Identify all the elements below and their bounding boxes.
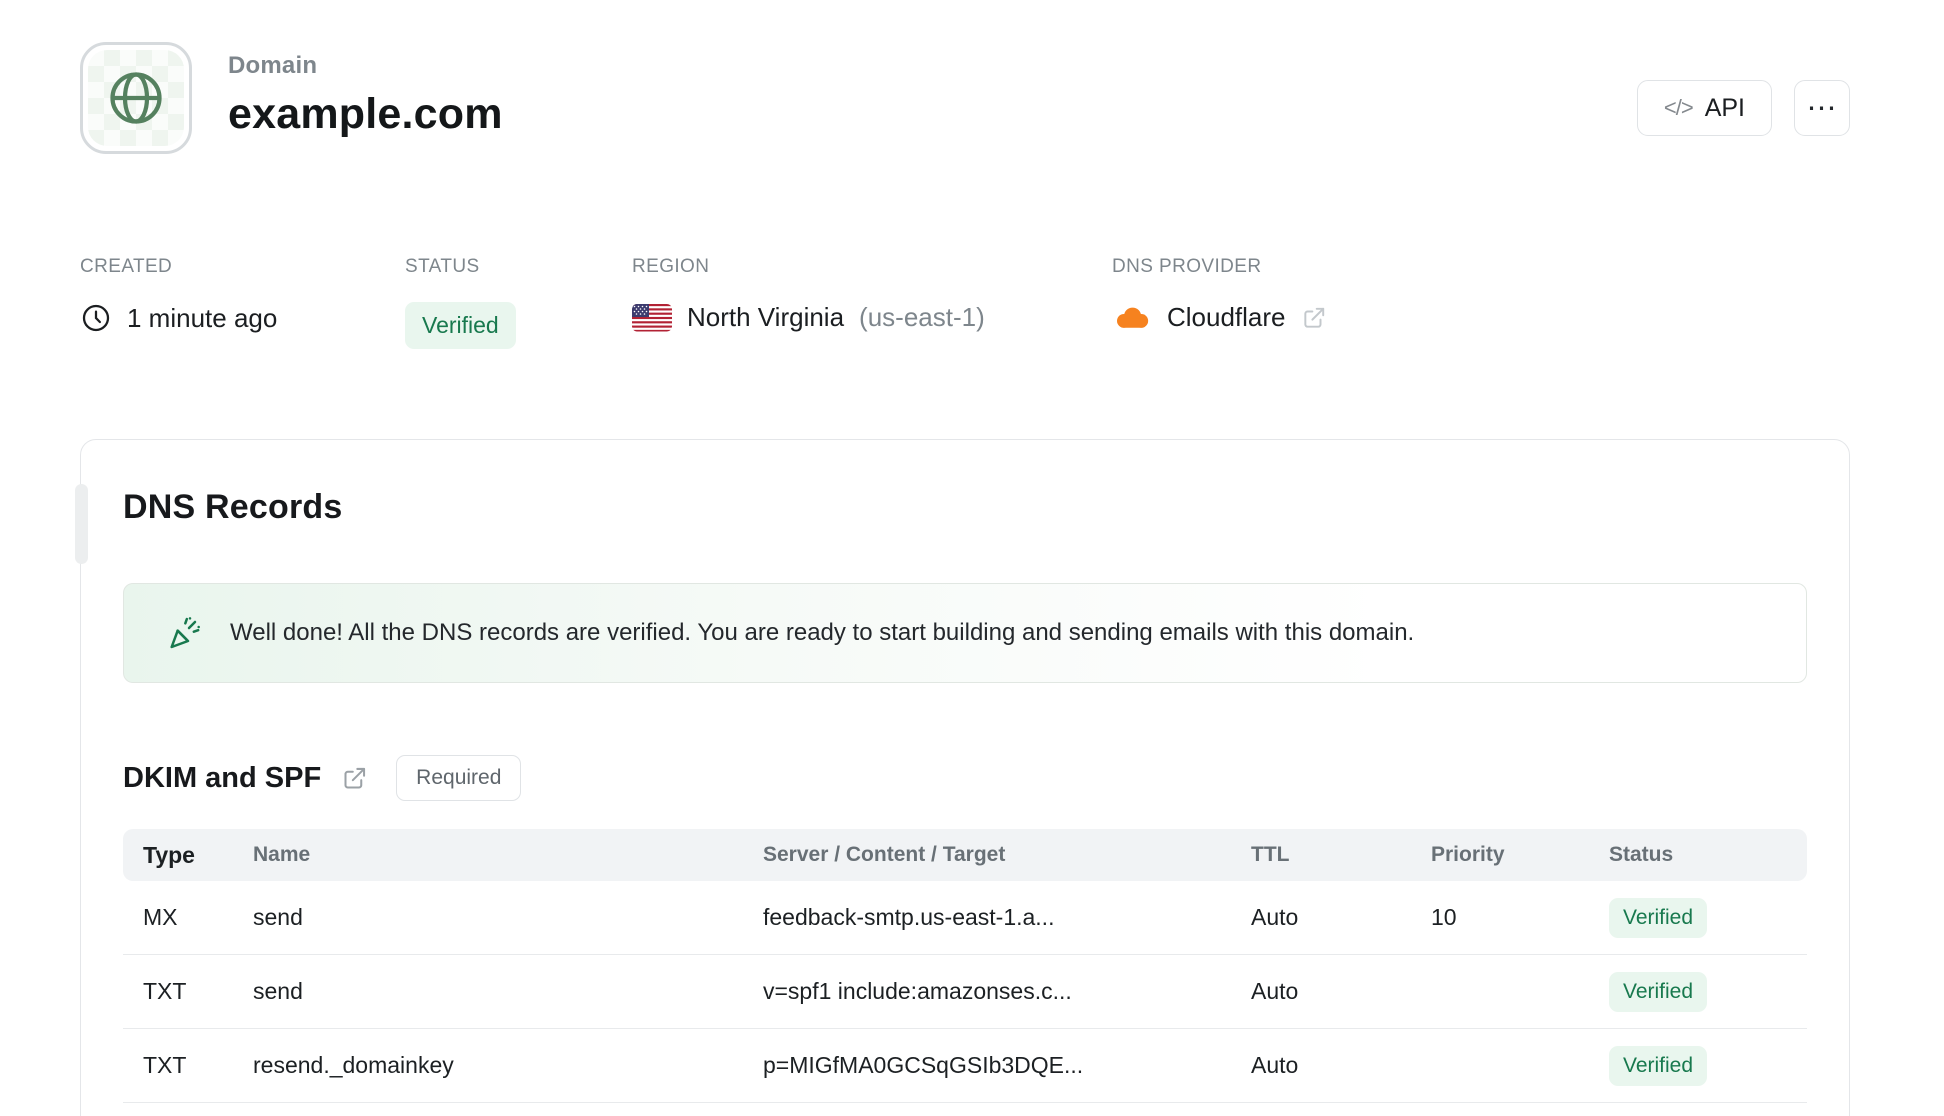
header-actions: </> API ⋯: [1636, 80, 1850, 136]
required-badge: Required: [396, 755, 522, 801]
api-button[interactable]: </> API: [1636, 80, 1772, 136]
column-header-ttl: TTL: [1251, 843, 1290, 866]
column-header-status: Status: [1609, 843, 1674, 866]
created-value: 1 minute ago: [127, 302, 278, 333]
record-content: v=spf1 include:amazonses.c...: [763, 978, 1072, 1004]
page-header: Domain example.com </> API ⋯: [80, 42, 1850, 154]
ellipsis-icon: ⋯: [1806, 91, 1838, 125]
domain-detail-page: Domain example.com </> API ⋯ CREATED 1 m…: [0, 0, 1944, 1116]
region-name: North Virginia: [687, 302, 845, 332]
table-header-row: Type Name Server / Content / Target TTL …: [123, 829, 1807, 881]
region-code: (us-east-1): [859, 302, 985, 332]
domain-meta-row: CREATED 1 minute ago STATUS Verified REG…: [80, 256, 1850, 349]
record-status-badge: Verified: [1609, 971, 1708, 1012]
status-label: STATUS: [405, 256, 480, 277]
record-status-badge: Verified: [1609, 1045, 1708, 1086]
column-header-content: Server / Content / Target: [763, 843, 1006, 866]
us-flag-icon: [632, 303, 672, 332]
record-ttl: Auto: [1251, 904, 1299, 930]
external-link-icon[interactable]: [1301, 305, 1327, 331]
created-label: CREATED: [80, 256, 173, 277]
banner-message: Well done! All the DNS records are verif…: [230, 619, 1415, 646]
meta-dns-provider: DNS PROVIDER Cloudflare: [1112, 256, 1327, 349]
party-popper-icon: [164, 613, 204, 653]
external-link-icon[interactable]: [341, 765, 368, 792]
table-row[interactable]: TXT resend._domainkey p=MIGfMA0GCSqGSIb3…: [123, 1029, 1807, 1103]
dkim-spf-title: DKIM and SPF: [123, 761, 322, 794]
globe-icon: [106, 68, 166, 128]
dns-records-card: DNS Records Well done! All the DNS recor…: [75, 439, 1850, 1116]
record-type: TXT: [143, 1052, 187, 1078]
column-header-name: Name: [253, 843, 311, 866]
region-label: REGION: [632, 256, 710, 277]
meta-region: REGION North Virginia (us-east-1): [632, 256, 1112, 349]
dns-records-table: Type Name Server / Content / Target TTL …: [123, 829, 1807, 1103]
meta-created: CREATED 1 minute ago: [80, 256, 405, 349]
record-type: TXT: [143, 978, 187, 1004]
column-header-priority: Priority: [1431, 843, 1505, 866]
table-row[interactable]: MX send feedback-smtp.us-east-1.a... Aut…: [123, 881, 1807, 955]
record-ttl: Auto: [1251, 978, 1299, 1004]
record-name: resend._domainkey: [253, 1052, 454, 1078]
avatar-checker-background: [88, 50, 184, 146]
domain-avatar: [80, 42, 192, 154]
api-button-label: API: [1704, 93, 1745, 122]
column-header-type: Type: [143, 841, 195, 868]
record-content: feedback-smtp.us-east-1.a...: [763, 904, 1055, 930]
section-anchor-tab: [75, 484, 88, 564]
dkim-spf-section-header: DKIM and SPF Required: [123, 755, 1807, 801]
record-name: send: [253, 904, 303, 930]
title-block: Domain example.com: [228, 42, 503, 139]
record-type: MX: [143, 904, 178, 930]
dns-records-title: DNS Records: [123, 488, 343, 526]
clock-icon: [80, 302, 112, 334]
success-banner: Well done! All the DNS records are verif…: [123, 583, 1807, 683]
status-badge: Verified: [405, 302, 516, 349]
page-eyebrow: Domain: [228, 52, 318, 79]
record-ttl: Auto: [1251, 1052, 1299, 1078]
cloudflare-icon: [1112, 303, 1152, 333]
table-row[interactable]: TXT send v=spf1 include:amazonses.c... A…: [123, 955, 1807, 1029]
record-priority: 10: [1431, 904, 1457, 930]
page-title: example.com: [228, 90, 503, 138]
record-status-badge: Verified: [1609, 897, 1708, 938]
meta-status: STATUS Verified: [405, 256, 632, 349]
record-content: p=MIGfMA0GCSqGSIb3DQE...: [763, 1052, 1084, 1078]
dns-provider-label: DNS PROVIDER: [1112, 256, 1262, 277]
more-options-button[interactable]: ⋯: [1794, 80, 1850, 136]
code-icon: </>: [1663, 95, 1694, 120]
dns-provider-name: Cloudflare: [1167, 302, 1286, 332]
record-name: send: [253, 978, 303, 1004]
